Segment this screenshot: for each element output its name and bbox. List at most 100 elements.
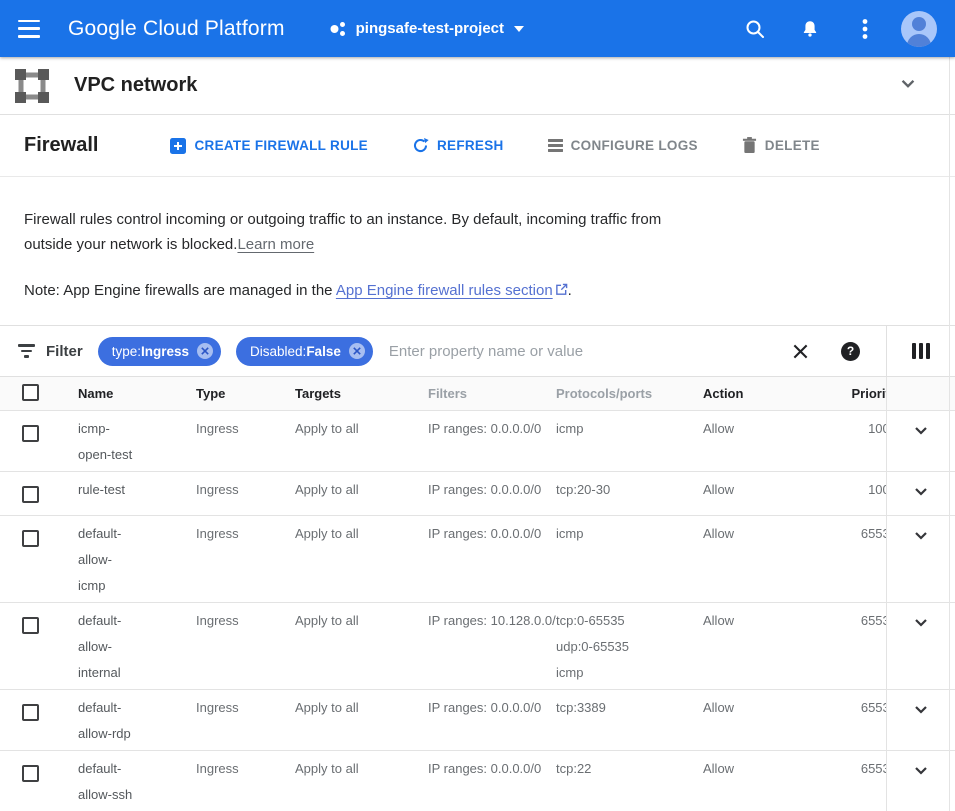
toolbar-title: Firewall [24, 134, 98, 157]
row-expand-button[interactable] [886, 603, 955, 689]
chip-value: Ingress [141, 344, 189, 359]
firewall-rule-name[interactable]: icmp-open-test [78, 416, 136, 468]
row-checkbox[interactable] [22, 704, 39, 721]
description-text: Firewall rules control incoming or outgo… [24, 207, 672, 257]
cell-filters: IP ranges: 0.0.0.0/0 [428, 516, 556, 602]
filter-bar: Filter type : Ingress Disabled : False ? [0, 325, 955, 377]
chip-remove-icon[interactable] [197, 343, 213, 359]
column-header-filters[interactable]: Filters [428, 386, 556, 401]
row-checkbox[interactable] [22, 617, 39, 634]
cell-protocols: tcp:3389 [556, 690, 703, 750]
avatar-head [912, 17, 926, 31]
configure-logs-label: CONFIGURE LOGS [571, 138, 698, 153]
filter-input[interactable] [389, 343, 789, 360]
cell-targets: Apply to all [295, 411, 428, 471]
protocol-line: udp:0-65535 [556, 634, 703, 660]
configure-logs-button[interactable]: CONFIGURE LOGS [548, 138, 698, 153]
avatar-body [907, 34, 931, 47]
cell-priority: 65534 [796, 603, 886, 689]
cell-action: Allow [703, 690, 796, 750]
notifications-button[interactable] [790, 9, 830, 49]
app-engine-firewall-link[interactable]: App Engine firewall rules section [336, 282, 568, 299]
row-expand-button[interactable] [886, 751, 955, 811]
help-icon[interactable]: ? [841, 342, 860, 361]
search-button[interactable] [735, 9, 775, 49]
filter-icon [16, 344, 36, 357]
menu-icon[interactable] [16, 19, 42, 39]
column-header-type[interactable]: Type [196, 386, 295, 401]
refresh-button[interactable]: REFRESH [412, 137, 504, 154]
filter-chip-type[interactable]: type : Ingress [98, 337, 221, 366]
cell-filters: IP ranges: 0.0.0.0/0 [428, 751, 556, 811]
chip-remove-icon[interactable] [349, 343, 365, 359]
cell-type: Ingress [196, 603, 295, 689]
cell-protocols: tcp:20-30 [556, 472, 703, 515]
cell-priority: 65534 [796, 516, 886, 602]
project-selector[interactable]: pingsafe-test-project [329, 20, 524, 38]
cell-action: Allow [703, 516, 796, 602]
cell-action: Allow [703, 603, 796, 689]
chevron-down-icon [909, 610, 933, 634]
firewall-rule-name[interactable]: rule-test [78, 477, 136, 503]
row-checkbox[interactable] [22, 765, 39, 782]
column-header-name[interactable]: Name [66, 386, 196, 401]
protocol-line: icmp [556, 660, 703, 686]
table-row: rule-test Ingress Apply to all IP ranges… [0, 472, 955, 516]
cell-targets: Apply to all [295, 603, 428, 689]
table-row: default-allow-internal Ingress Apply to … [0, 603, 955, 690]
row-checkbox[interactable] [22, 425, 39, 442]
row-expand-button[interactable] [886, 690, 955, 750]
firewall-rule-name[interactable]: default-allow-ssh [78, 756, 136, 808]
row-expand-button[interactable] [886, 516, 955, 602]
chip-key: type [112, 344, 138, 359]
row-checkbox[interactable] [22, 486, 39, 503]
search-icon [744, 18, 766, 40]
chevron-down-icon [514, 26, 524, 32]
chevron-down-icon [909, 418, 933, 442]
firewall-rule-name[interactable]: default-allow-icmp [78, 521, 136, 599]
protocol-line: tcp:3389 [556, 695, 703, 721]
more-options-button[interactable] [845, 9, 885, 49]
column-header-targets[interactable]: Targets [295, 386, 428, 401]
row-expand-button[interactable] [886, 472, 955, 515]
cell-targets: Apply to all [295, 690, 428, 750]
column-display-icon[interactable] [912, 343, 931, 359]
select-all-checkbox[interactable] [22, 384, 39, 401]
create-firewall-rule-button[interactable]: CREATE FIREWALL RULE [170, 138, 368, 154]
column-header-priority[interactable]: Priority [796, 386, 886, 401]
column-header-protocols[interactable]: Protocols/ports [556, 386, 703, 401]
bell-icon [799, 18, 821, 40]
cell-filters: IP ranges: 10.128.0.0/9 [428, 603, 556, 689]
firewall-rule-name[interactable]: default-allow-internal [78, 608, 136, 686]
table-body: icmp-open-test Ingress Apply to all IP r… [0, 411, 955, 811]
delete-button[interactable]: DELETE [742, 137, 820, 154]
protocol-line: tcp:20-30 [556, 477, 703, 503]
clear-filters-button[interactable] [789, 343, 811, 360]
firewall-toolbar: Firewall CREATE FIREWALL RULE REFRESH CO… [0, 115, 955, 177]
create-firewall-rule-label: CREATE FIREWALL RULE [194, 138, 368, 153]
collapse-header-button[interactable] [895, 70, 921, 101]
filter-chip-disabled[interactable]: Disabled : False [236, 337, 373, 366]
cell-filters: IP ranges: 0.0.0.0/0 [428, 690, 556, 750]
column-header-action[interactable]: Action [703, 386, 796, 401]
cell-type: Ingress [196, 411, 295, 471]
chevron-down-icon [909, 697, 933, 721]
trash-icon [742, 137, 757, 154]
firewall-rules-table: Name Type Targets Filters Protocols/port… [0, 377, 955, 811]
table-row: default-allow-ssh Ingress Apply to all I… [0, 751, 955, 811]
filter-label: Filter [46, 343, 83, 360]
chevron-down-icon [909, 479, 933, 503]
cell-type: Ingress [196, 516, 295, 602]
table-row: default-allow-rdp Ingress Apply to all I… [0, 690, 955, 751]
firewall-rule-name[interactable]: default-allow-rdp [78, 695, 136, 747]
avatar[interactable] [901, 11, 937, 47]
open-in-new-icon [555, 283, 568, 296]
row-checkbox[interactable] [22, 530, 39, 547]
table-header-row: Name Type Targets Filters Protocols/port… [0, 377, 955, 411]
vpc-network-icon [14, 68, 50, 104]
note-prefix: Note: App Engine firewalls are managed i… [24, 282, 336, 299]
learn-more-link[interactable]: Learn more [237, 236, 314, 253]
row-expand-button[interactable] [886, 411, 955, 471]
description-section: Firewall rules control incoming or outgo… [0, 177, 955, 325]
cell-targets: Apply to all [295, 751, 428, 811]
